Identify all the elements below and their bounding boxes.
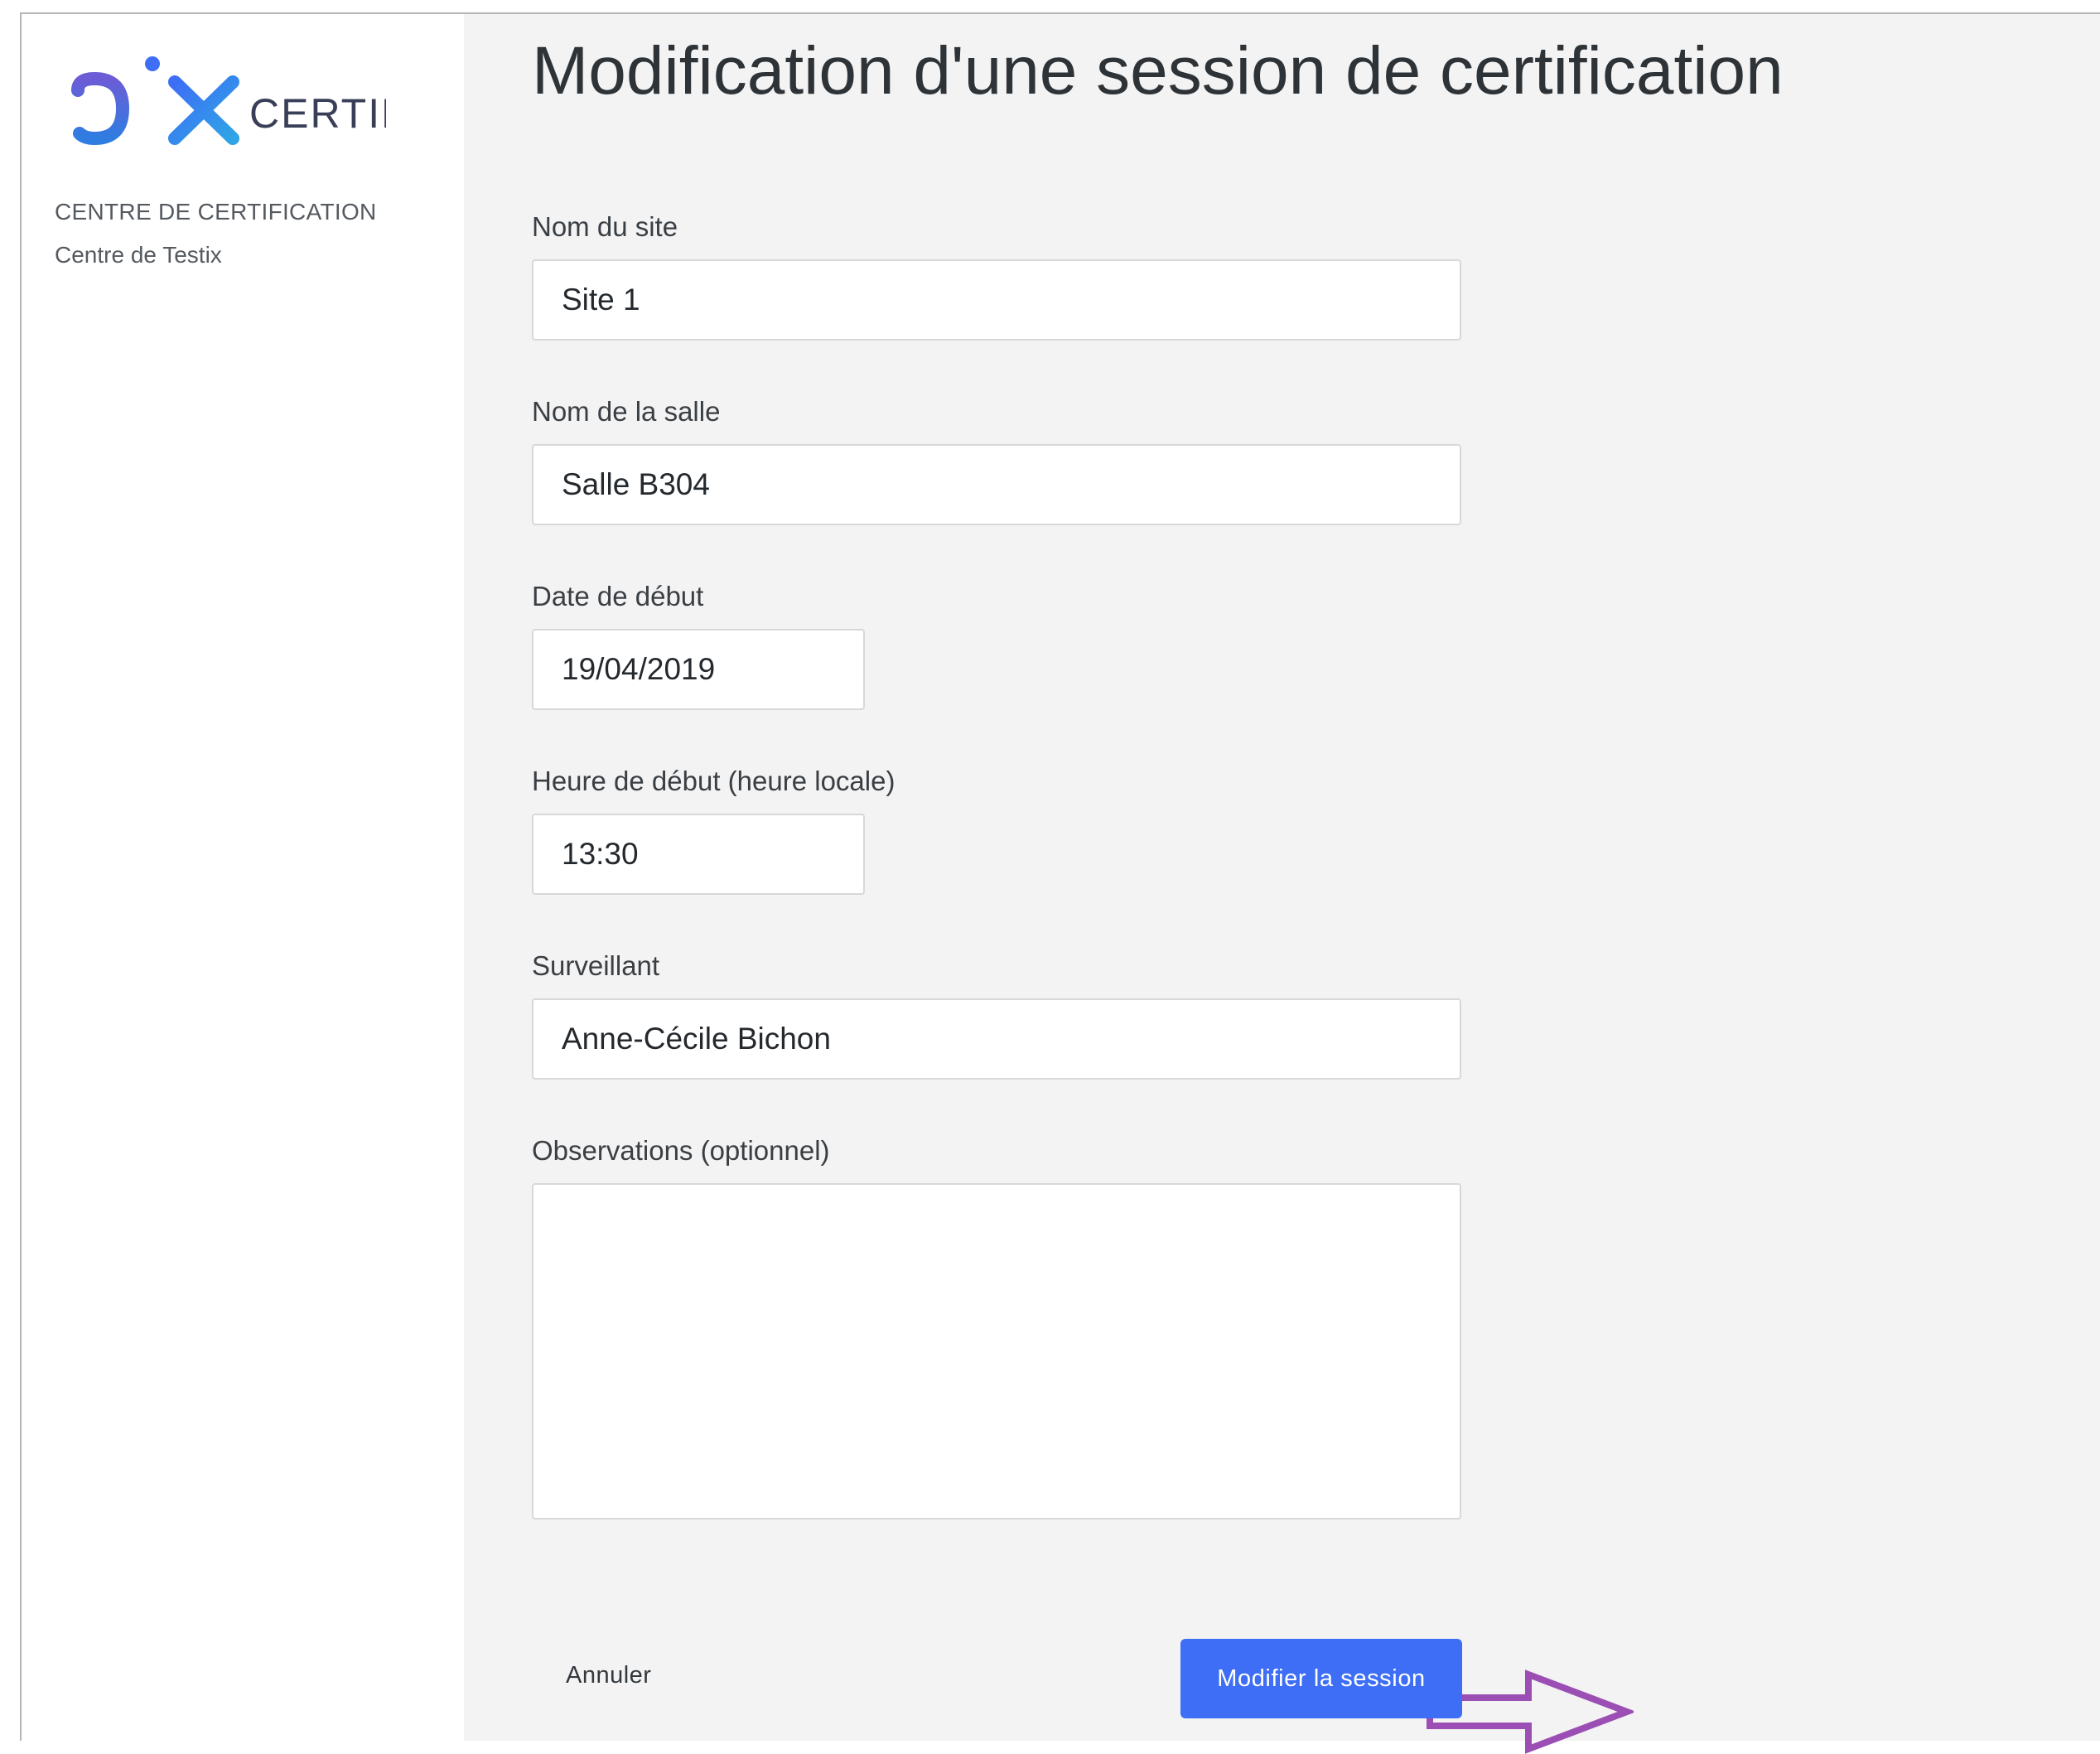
examiner-label: Surveillant (532, 950, 660, 981)
date-input[interactable]: 19/04/2019 (532, 629, 865, 710)
date-label: Date de début (532, 581, 704, 611)
examiner-input[interactable]: Anne-Cécile Bichon (532, 998, 1461, 1080)
logo-suffix: CERTIF (249, 90, 386, 137)
room-input[interactable]: Salle B304 (532, 444, 1461, 525)
time-label: Heure de début (heure locale) (532, 766, 896, 796)
room-label: Nom de la salle (532, 396, 721, 427)
time-input[interactable]: 13:30 (532, 814, 865, 895)
certification-center-name: Centre de Testix (55, 242, 222, 268)
main-content: Modification d'une session de certificat… (464, 14, 2100, 1754)
observations-textarea[interactable] (532, 1183, 1461, 1520)
observations-label: Observations (optionnel) (532, 1135, 830, 1166)
sidebar: CERTIF CENTRE DE CERTIFICATION Centre de… (22, 14, 464, 1741)
site-label: Nom du site (532, 211, 678, 242)
cancel-button[interactable]: Annuler (566, 1662, 651, 1689)
site-input[interactable]: Site 1 (532, 259, 1461, 341)
page-title: Modification d'une session de certificat… (532, 33, 1784, 109)
modify-session-button[interactable]: Modifier la session (1180, 1639, 1462, 1718)
pix-certif-logo: CERTIF (71, 56, 386, 178)
certification-center-heading: CENTRE DE CERTIFICATION (55, 199, 377, 225)
